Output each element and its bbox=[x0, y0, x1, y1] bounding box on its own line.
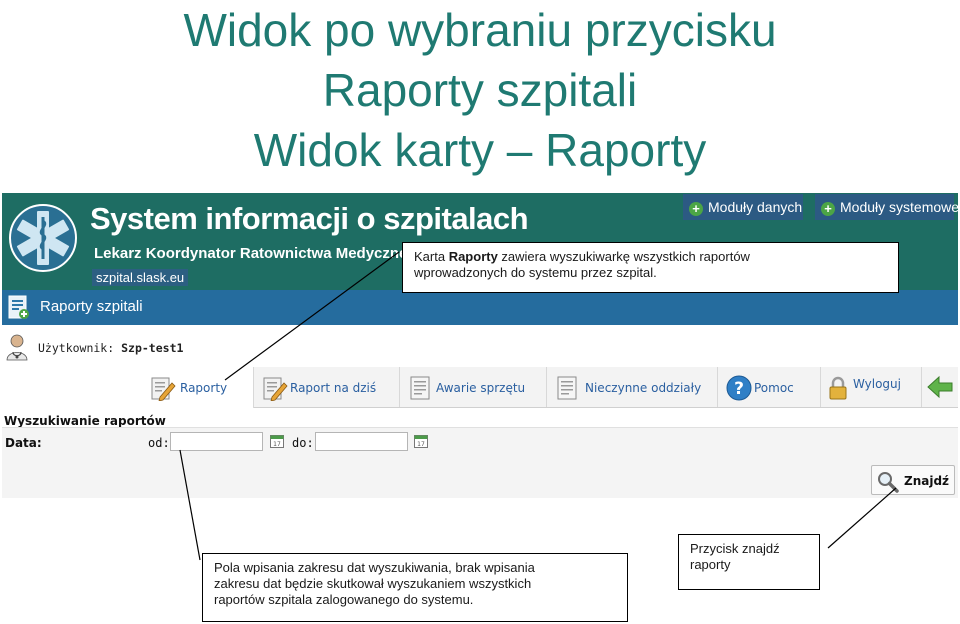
find-button-label: Znajdź bbox=[904, 474, 950, 488]
callout-top-bold: Raporty bbox=[448, 249, 498, 264]
system-url[interactable]: szpital.slask.eu bbox=[92, 269, 189, 286]
tab-raporty[interactable]: Raporty bbox=[142, 367, 254, 408]
tab-nieczynne-oddzialy[interactable]: Nieczynne oddziały bbox=[547, 367, 718, 407]
callout-top-line-2: wprowadzonych do systemu przez szpital. bbox=[414, 265, 657, 280]
system-subtitle: Lekarz Koordynator Ratownictwa Medyczneg… bbox=[94, 245, 426, 262]
user-info: Użytkownik: Szp-test1 bbox=[2, 331, 958, 363]
callout-bottom-left: Pola wpisania zakresu dat wyszukiwania, … bbox=[202, 553, 628, 622]
callout-bottom-right-line-2: raporty bbox=[690, 557, 731, 572]
callout-bottom-left-line-3: raportów szpitala zalogowanego do system… bbox=[214, 592, 474, 607]
search-actions: Znajdź bbox=[2, 458, 958, 498]
document-list-icon bbox=[557, 376, 577, 400]
user-label: Użytkownik: Szp-test1 bbox=[38, 341, 183, 355]
system-title: System informacji o szpitalach bbox=[90, 201, 529, 236]
slide-title-line-2: Raporty szpitali bbox=[322, 64, 638, 116]
doctor-avatar-icon bbox=[6, 334, 28, 361]
star-of-life-icon bbox=[9, 204, 77, 272]
callout-bottom-left-line-2: zakresu dat będzie skutkował wyszukaniem… bbox=[214, 576, 532, 591]
to-label: do: bbox=[292, 436, 314, 450]
report-edit-icon bbox=[151, 377, 176, 401]
data-modules-button[interactable]: + Moduły danych bbox=[683, 194, 803, 220]
calendar-day: 17 bbox=[273, 441, 281, 448]
help-icon: ? bbox=[726, 375, 752, 401]
find-button[interactable]: Znajdź bbox=[871, 465, 955, 495]
callout-top-line-1: Karta Raporty zawiera wyszukiwarkę wszys… bbox=[414, 249, 898, 265]
calendar-icon[interactable]: 17 bbox=[414, 434, 428, 448]
user-name: Szp-test1 bbox=[121, 341, 184, 355]
tab-bar: Raporty Raport na dziś Awarie sprzętu Ni… bbox=[142, 367, 958, 408]
section-title: Raporty szpitali bbox=[40, 298, 143, 315]
callout-top-part-2: zawiera wyszukiwarkę wszystkich raportów bbox=[497, 249, 750, 264]
plus-icon: + bbox=[689, 202, 703, 216]
from-label: od: bbox=[148, 436, 170, 450]
tab-pomoc[interactable]: ? Pomoc bbox=[718, 367, 821, 407]
tab-raport-na-dzis[interactable]: Raport na dziś bbox=[254, 367, 400, 407]
tab-pomoc-label: Pomoc bbox=[754, 381, 794, 395]
slide-title: Widok po wybraniu przycisku Raporty szpi… bbox=[0, 0, 960, 180]
tab-wyloguj[interactable]: Wyloguj bbox=[821, 367, 922, 407]
report-edit-icon bbox=[263, 377, 288, 401]
tab-awarie-sprzetu[interactable]: Awarie sprzętu bbox=[400, 367, 547, 407]
date-from-input[interactable] bbox=[170, 432, 263, 451]
date-to-input[interactable] bbox=[315, 432, 408, 451]
hospital-document-icon bbox=[8, 295, 29, 319]
calendar-day: 17 bbox=[417, 441, 425, 448]
date-filter-row: Data: od: 17 do: 17 bbox=[2, 427, 958, 459]
magnifier-icon bbox=[878, 472, 899, 493]
tab-wyloguj-label: Wyloguj bbox=[853, 377, 901, 391]
callout-top: Karta Raporty zawiera wyszukiwarkę wszys… bbox=[402, 242, 899, 293]
back-arrow-icon bbox=[927, 375, 953, 399]
tab-raporty-label: Raporty bbox=[180, 381, 228, 395]
app-window: System informacji o szpitalach Lekarz Ko… bbox=[2, 193, 958, 499]
callout-bottom-right-line-1: Przycisk znajdź bbox=[690, 541, 780, 556]
svg-text:?: ? bbox=[734, 379, 744, 399]
user-label-text: Użytkownik: bbox=[38, 341, 115, 355]
system-modules-button[interactable]: + Moduły systemowe bbox=[815, 194, 958, 220]
slide-title-line-3: Widok karty – Raporty bbox=[253, 124, 707, 176]
slide-title-line-1: Widok po wybraniu przycisku bbox=[183, 4, 777, 56]
tab-raport-na-dzis-label: Raport na dziś bbox=[290, 381, 377, 395]
lock-icon bbox=[829, 376, 847, 400]
data-modules-label: Moduły danych bbox=[708, 199, 803, 215]
system-modules-label: Moduły systemowe bbox=[840, 199, 958, 215]
tab-nieczynne-oddzialy-label: Nieczynne oddziały bbox=[585, 381, 702, 395]
section-header: Raporty szpitali bbox=[2, 290, 958, 325]
callout-bottom-right: Przycisk znajdź raporty bbox=[678, 534, 820, 590]
document-list-icon bbox=[410, 376, 430, 400]
callout-bottom-left-line-1: Pola wpisania zakresu dat wyszukiwania, … bbox=[214, 560, 535, 575]
calendar-icon[interactable]: 17 bbox=[270, 434, 284, 448]
date-label: Data: bbox=[5, 436, 42, 450]
back-button[interactable] bbox=[922, 367, 958, 407]
callout-top-part-1: Karta bbox=[414, 249, 449, 264]
plus-icon: + bbox=[821, 202, 835, 216]
tab-awarie-sprzetu-label: Awarie sprzętu bbox=[436, 381, 526, 395]
search-title: Wyszukiwanie raportów bbox=[4, 414, 166, 428]
